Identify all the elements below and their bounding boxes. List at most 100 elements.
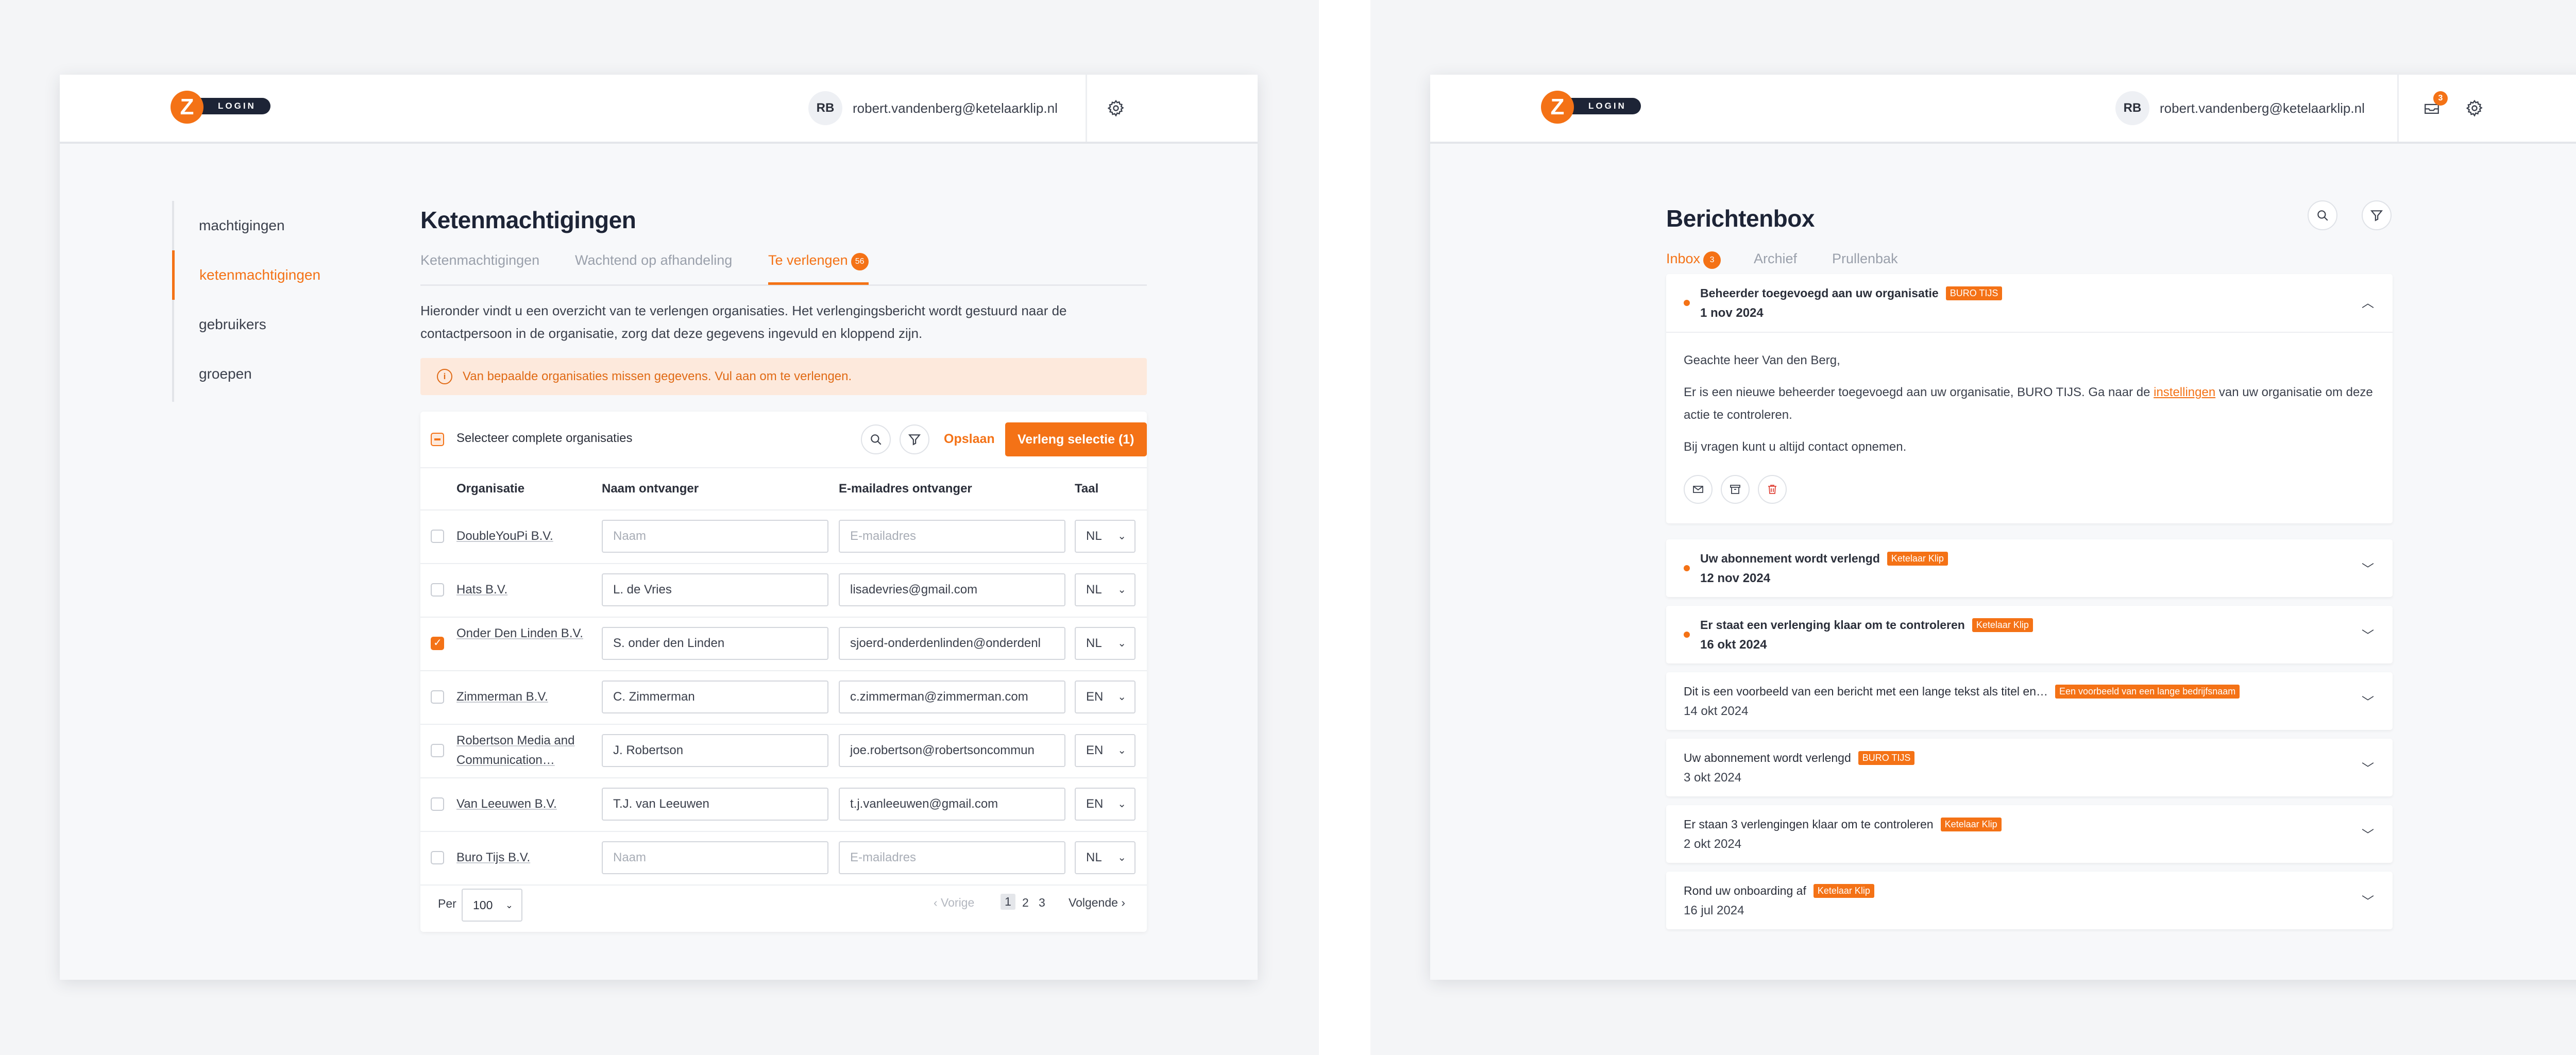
zlogin-logo[interactable]: LOGIN Z [171, 91, 274, 126]
chevron-down-icon[interactable]: ﹀ [2362, 692, 2374, 710]
recipient-email-input[interactable]: E-mailadres [839, 520, 1065, 553]
table-row: DoubleYouPi B.V. Naam E-mailadres NL ⌄ [420, 509, 1147, 564]
sidebar-item-groepen[interactable]: groepen [174, 349, 329, 399]
settings-link[interactable]: instellingen [2154, 385, 2215, 399]
main-content: Berichtenbox Inbox 3 Archief Prullenbak B… [1666, 200, 2393, 929]
message-item[interactable]: Uw abonnement wordt verlengd BURO TIJS 3 o… [1666, 739, 2393, 796]
message-item[interactable]: Dit is een voorbeeld van een bericht met… [1666, 672, 2393, 730]
recipient-name-input[interactable]: Naam [602, 841, 828, 874]
organisation-name[interactable]: Robertson Media and Communication… [456, 731, 596, 770]
organisation-name[interactable]: DoubleYouPi B.V. [456, 526, 596, 546]
chevron-down-icon: ⌄ [1117, 745, 1126, 756]
gear-icon[interactable] [2461, 94, 2488, 122]
org-tag: Ketelaar Klip [1972, 618, 2033, 632]
filter-button[interactable] [2362, 200, 2392, 230]
recipient-email-input[interactable]: sjoerd-onderdenlinden@onderdenl [839, 627, 1065, 660]
renew-selection-button[interactable]: Verleng selectie (1) [1005, 422, 1147, 456]
page-3[interactable]: 3 [1039, 896, 1045, 910]
sidebar-item-ketenmachtigingen[interactable]: ketenmachtigingen [172, 250, 327, 300]
chevron-down-icon[interactable]: ﹀ [2362, 891, 2374, 909]
message-box-window: LOGIN Z RB robert.vandenberg@ketelaarkli… [1430, 75, 2576, 980]
organisation-name[interactable]: Onder Den Linden B.V. [456, 624, 596, 643]
chevron-down-icon[interactable]: ﹀ [2362, 825, 2374, 843]
organisation-name[interactable]: Hats B.V. [456, 580, 596, 600]
inbox-button[interactable]: 3 [2418, 91, 2448, 122]
next-page-link[interactable]: Volgende › [1069, 896, 1125, 910]
recipient-email-input[interactable]: E-mailadres [839, 841, 1065, 874]
message-expanded: Beheerder toegevoegd aan uw organisatie B… [1666, 274, 2393, 523]
archive-button[interactable] [1721, 475, 1750, 504]
per-page-select[interactable]: 100 ⌄ [462, 889, 522, 922]
delete-button[interactable] [1758, 475, 1787, 504]
top-bar: LOGIN Z RB robert.vandenberg@ketelaarkli… [1430, 75, 2576, 144]
page-1[interactable]: 1 [1001, 894, 1015, 910]
recipient-email-input[interactable]: c.zimmerman@zimmerman.com [839, 680, 1065, 713]
avatar: RB [808, 91, 842, 125]
recipient-name-input[interactable]: T.J. van Leeuwen [602, 788, 828, 821]
message-item[interactable]: Uw abonnement wordt verlengd Ketelaar Kli… [1666, 539, 2393, 597]
row-checkbox[interactable] [431, 583, 444, 597]
sidebar-item-gebruikers[interactable]: gebruikers [174, 300, 329, 349]
chevron-down-icon: ⌄ [505, 900, 513, 910]
filter-button[interactable] [900, 424, 929, 454]
sidebar-item-machtigingen[interactable]: machtigingen [174, 201, 329, 250]
intro-text: Hieronder vindt u een overzicht van te v… [420, 303, 1067, 341]
trash-icon [1768, 485, 1776, 494]
organisation-name[interactable]: Van Leeuwen B.V. [456, 794, 596, 814]
warning-alert: i Van bepaalde organisaties missen gegev… [420, 358, 1147, 395]
language-select[interactable]: NL ⌄ [1075, 573, 1136, 606]
row-checkbox[interactable] [431, 797, 444, 811]
chevron-down-icon[interactable]: ﹀ [2362, 559, 2374, 577]
language-select[interactable]: NL ⌄ [1075, 627, 1136, 660]
language-select[interactable]: NL ⌄ [1075, 520, 1136, 553]
search-button[interactable] [2308, 200, 2337, 230]
user-menu[interactable]: RB robert.vandenberg@ketelaarklip.nl [808, 90, 1058, 126]
language-select[interactable]: EN ⌄ [1075, 734, 1136, 767]
tab-ketenmachtigingen[interactable]: Ketenmachtigingen [420, 252, 539, 282]
inbox-count-badge: 3 [2433, 91, 2448, 106]
gear-icon[interactable] [1102, 94, 1130, 122]
language-select[interactable]: EN ⌄ [1075, 788, 1136, 821]
table-row: Robertson Media and Communication… J. Rob… [420, 724, 1147, 778]
user-menu[interactable]: RB robert.vandenberg@ketelaarklip.nl [2115, 90, 2365, 126]
organisation-name[interactable]: Zimmerman B.V. [456, 687, 596, 707]
select-all-checkbox[interactable] [431, 433, 444, 446]
row-checkbox[interactable] [431, 636, 444, 650]
tab-wachtend[interactable]: Wachtend op afhandeling [575, 252, 732, 282]
recipient-name-input[interactable]: S. onder den Linden [602, 627, 828, 660]
message-item[interactable]: Rond uw onboarding af Ketelaar Klip 16 jul… [1666, 872, 2393, 929]
row-checkbox[interactable] [431, 530, 444, 543]
recipient-email-input[interactable]: joe.robertson@robertsoncommun [839, 734, 1065, 767]
search-button[interactable] [861, 424, 891, 454]
row-checkbox[interactable] [431, 690, 444, 704]
zlogin-logo[interactable]: LOGIN Z [1541, 91, 1644, 126]
language-select[interactable]: NL ⌄ [1075, 841, 1136, 874]
row-checkbox[interactable] [431, 851, 444, 864]
message-item[interactable]: Er staat een verlenging klaar om te cont… [1666, 606, 2393, 663]
message-header[interactable]: Beheerder toegevoegd aan uw organisatie B… [1666, 274, 2393, 333]
save-button[interactable]: Opslaan [944, 432, 995, 447]
message-item[interactable]: Er staan 3 verlengingen klaar om te cont… [1666, 805, 2393, 863]
message-body: Geachte heer Van den Berg, Er is een nie… [1684, 353, 2373, 454]
recipient-name-input[interactable]: C. Zimmerman [602, 680, 828, 713]
page-2[interactable]: 2 [1022, 896, 1029, 910]
mail-icon [1693, 486, 1703, 493]
language-select[interactable]: EN ⌄ [1075, 680, 1136, 713]
avatar: RB [2115, 91, 2149, 125]
row-checkbox[interactable] [431, 744, 444, 757]
recipient-name-input[interactable]: L. de Vries [602, 573, 828, 606]
org-tag: Een voorbeeld van een lange bedrijfsnaam [2055, 685, 2240, 699]
chevron-down-icon[interactable]: ﹀ [2362, 758, 2374, 776]
recipient-email-input[interactable]: t.j.vanleeuwen@gmail.com [839, 788, 1065, 821]
tab-te-verlengen[interactable]: Te verlengen 56 [768, 252, 869, 285]
chevron-down-icon[interactable]: ﹀ [2362, 625, 2374, 643]
recipient-name-input[interactable]: Naam [602, 520, 828, 553]
recipient-name-input[interactable]: J. Robertson [602, 734, 828, 767]
organisation-name[interactable]: Buro Tijs B.V. [456, 848, 596, 867]
prev-page-link[interactable]: ‹ Vorige [934, 896, 974, 910]
mark-unread-button[interactable] [1684, 475, 1713, 504]
org-tag: Ketelaar Klip [1887, 552, 1948, 566]
recipient-email-input[interactable]: lisadevries@gmail.com [839, 573, 1065, 606]
org-tag: BURO TIJS [1858, 751, 1915, 765]
chevron-up-icon[interactable]: ︿ [2362, 293, 2374, 311]
